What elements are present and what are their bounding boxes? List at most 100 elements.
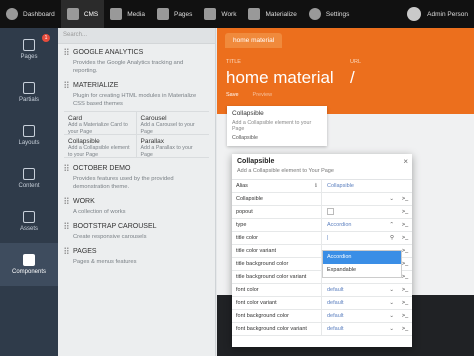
code-icon[interactable]: >_ (398, 326, 412, 332)
code-icon[interactable]: >_ (398, 209, 412, 215)
option-accordion[interactable]: Accordion (323, 251, 401, 264)
code-icon[interactable]: >_ (398, 300, 412, 306)
component-card[interactable]: Card Add a Materialize Card to your Page (64, 112, 137, 135)
component-section: GOOGLE ANALYTICS Provides the Google Ana… (58, 44, 215, 77)
gear-icon (308, 8, 321, 20)
save-button[interactable]: Save (226, 92, 239, 98)
nav-media[interactable]: Media (104, 0, 151, 28)
component-section: WORK A collection of works (58, 193, 215, 218)
pages-icon (23, 39, 35, 51)
sidebar-item-assets[interactable]: Assets (0, 200, 58, 243)
alias-input[interactable]: Collapsible (322, 180, 398, 193)
nav-dashboard[interactable]: Dashboard (0, 0, 61, 28)
property-key: popout (232, 205, 322, 219)
nav-pages[interactable]: Pages (151, 0, 198, 28)
property-key: title background color variant (232, 270, 322, 284)
chevron-down-icon: ⌄ (389, 195, 394, 202)
dragged-component-preview: Collapsible Add a Collapsible element to… (227, 106, 327, 146)
search-icon: ⚲ (389, 234, 394, 241)
section-title: OCTOBER DEMO (73, 164, 131, 172)
property-key: Collapsible (232, 192, 322, 206)
sidebar-item-pages[interactable]: Pages 1 (0, 28, 58, 71)
top-navigation-bar: Dashboard CMS Media Pages Work Materiali… (0, 0, 474, 28)
layouts-icon (23, 125, 35, 137)
property-row: Collapsible ⌄ >_ (232, 192, 412, 206)
tab-home-material[interactable]: home material (225, 33, 283, 48)
dialog-header: Collapsible Add a Collapsible element to… (232, 154, 412, 180)
component-description: Add a Collapsible element to your Page (68, 145, 130, 158)
popout-checkbox[interactable] (322, 206, 398, 219)
property-row: font color variant default ⌄ >_ (232, 296, 412, 310)
close-icon[interactable]: × (403, 157, 408, 166)
avatar (407, 7, 422, 21)
sidebar-item-label: Partials (18, 97, 39, 103)
preview-description: Add a Collapsible element to your Page (232, 120, 312, 132)
property-key: font background color variant (232, 322, 322, 336)
property-row: font background color default ⌄ >_ (232, 309, 412, 323)
collapsible-select[interactable]: ⌄ (322, 193, 398, 206)
section-title-materialize[interactable]: MATERIALIZE (64, 81, 209, 89)
font-background-color-variant-select[interactable]: default ⌄ (322, 323, 398, 336)
section-title-work[interactable]: WORK (64, 197, 209, 205)
chevron-down-icon: ⌄ (389, 286, 394, 293)
content-icon (23, 168, 35, 180)
chevron-down-icon: ⌄ (389, 325, 394, 332)
property-row: title color | ⚲ >_ (232, 231, 412, 245)
code-icon[interactable]: >_ (398, 287, 412, 293)
monitor-icon (204, 8, 217, 20)
type-select[interactable]: Accordion ⌃ (322, 219, 398, 232)
section-description: Provides the Google Analytics tracking a… (73, 60, 184, 74)
section-title-google-analytics[interactable]: GOOGLE ANALYTICS (64, 48, 209, 56)
nav-work[interactable]: Work (198, 0, 242, 28)
code-icon[interactable]: >_ (398, 235, 412, 241)
info-icon[interactable]: ℹ (315, 180, 317, 193)
nav-work-label: Work (221, 10, 237, 18)
section-title: WORK (73, 197, 95, 205)
image-icon (23, 211, 35, 223)
sidebar-item-layouts[interactable]: Layouts (0, 114, 58, 157)
nav-pages-label: Pages (173, 10, 193, 18)
title-field[interactable]: home material (226, 68, 334, 88)
component-parallax[interactable]: Parallax Add a Parallax to your Page (136, 135, 209, 158)
nav-settings[interactable]: Settings (303, 0, 356, 28)
code-icon[interactable]: >_ (398, 196, 412, 202)
user-menu[interactable]: Admin Person (401, 0, 474, 28)
drag-handle-icon (64, 164, 69, 172)
dialog-title: Collapsible (237, 158, 275, 165)
code-icon[interactable]: >_ (398, 222, 412, 228)
url-field[interactable]: / (350, 68, 355, 88)
sidebar-item-label: Pages (20, 54, 38, 60)
dropdown-search-input[interactable]: | ⚲ (322, 232, 398, 245)
property-row: Alias ℹ Collapsible (232, 179, 412, 193)
chevron-down-icon: ⌄ (389, 299, 394, 306)
component-carousel[interactable]: Carousel Add a Carousel to your Page (136, 112, 209, 135)
section-title: PAGES (73, 247, 97, 255)
sidebar-item-partials[interactable]: Partials (0, 71, 58, 114)
section-title: BOOTSTRAP CAROUSEL (73, 222, 157, 230)
drag-handle-icon (64, 222, 69, 230)
title-label: TITLE (226, 59, 241, 65)
component-search-input[interactable]: Search... (58, 28, 215, 44)
code-icon[interactable]: >_ (398, 313, 412, 319)
section-title-pages[interactable]: PAGES (64, 247, 209, 255)
component-section: OCTOBER DEMO Provides features used by t… (58, 160, 215, 193)
preview-button[interactable]: Preview (253, 92, 273, 98)
nav-materialize[interactable]: Materialize (242, 0, 302, 28)
component-description: Add a Carousel to your Page (140, 122, 195, 135)
section-title-bootstrap-carousel[interactable]: BOOTSTRAP CAROUSEL (64, 222, 209, 230)
component-title: Carousel (140, 115, 167, 122)
option-expandable[interactable]: Expandable (323, 264, 401, 277)
font-background-color-select[interactable]: default ⌄ (322, 310, 398, 323)
nav-cms[interactable]: CMS (60, 0, 105, 28)
component-section: MATERIALIZE Plugin for creating HTML mod… (58, 77, 215, 160)
sidebar-item-content[interactable]: Content (0, 157, 58, 200)
property-key: title background color (232, 257, 322, 271)
section-title-october-demo[interactable]: OCTOBER DEMO (64, 164, 209, 172)
property-key: title color (232, 231, 322, 245)
sidebar-item-components[interactable]: Components (0, 243, 58, 286)
cms-icon (66, 8, 79, 20)
component-collapsible[interactable]: Collapsible Add a Collapsible element to… (64, 135, 137, 158)
font-color-select[interactable]: default ⌄ (322, 284, 398, 297)
sidebar-item-label: Components (11, 269, 47, 275)
font-color-variant-select[interactable]: default ⌄ (322, 297, 398, 310)
